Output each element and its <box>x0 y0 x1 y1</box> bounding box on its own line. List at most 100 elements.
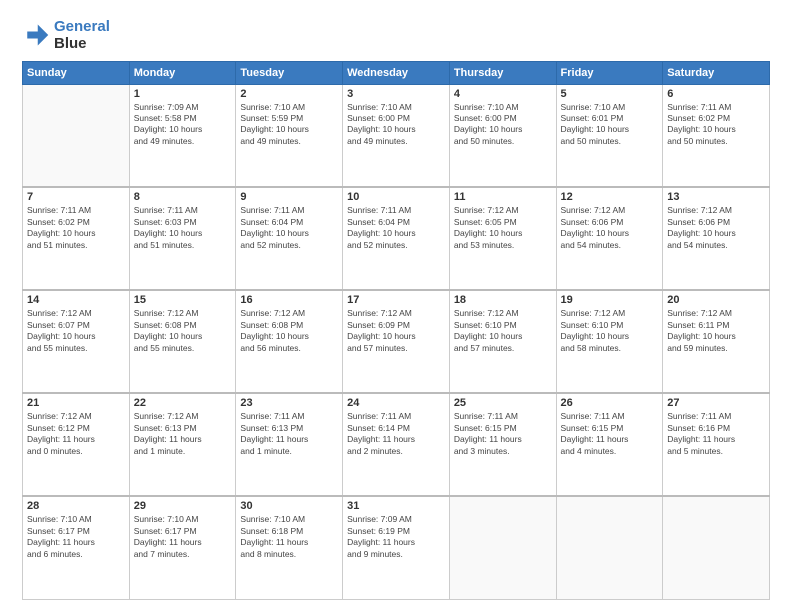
day-number: 13 <box>667 191 765 203</box>
header: General Blue <box>22 18 770 53</box>
weekday-header: Sunday <box>23 61 130 84</box>
day-number: 6 <box>667 88 765 100</box>
day-info: Sunrise: 7:12 AMSunset: 6:08 PMDaylight:… <box>240 308 338 354</box>
calendar-day-cell: 5Sunrise: 7:10 AMSunset: 6:01 PMDaylight… <box>556 84 663 187</box>
day-info: Sunrise: 7:12 AMSunset: 6:09 PMDaylight:… <box>347 308 445 354</box>
calendar-day-cell: 19 Sunrise: 7:12 AMSunset: 6:10 PMDayligh… <box>556 290 663 393</box>
day-info: Sunrise: 7:10 AMSunset: 6:00 PMDaylight:… <box>347 102 445 148</box>
day-number: 10 <box>347 191 445 203</box>
calendar-day-cell: 14Sunrise: 7:12 AMSunset: 6:07 PMDayligh… <box>23 290 130 393</box>
calendar-day-cell: 21 Sunrise: 7:12 AMSunset: 6:12 PMDayligh… <box>23 393 130 496</box>
calendar-day-cell: 24 Sunrise: 7:11 AMSunset: 6:14 PMDayligh… <box>343 393 450 496</box>
logo: General Blue <box>22 18 110 53</box>
day-info: Sunrise: 7:09 AMSunset: 6:19 PMDaylight:… <box>347 514 445 560</box>
day-number: 11 <box>454 191 552 203</box>
day-info: Sunrise: 7:10 AMSunset: 6:18 PMDaylight:… <box>240 514 338 560</box>
day-number: 21 <box>27 397 125 409</box>
calendar-day-cell: 8 Sunrise: 7:11 AMSunset: 6:03 PMDaylight… <box>129 187 236 290</box>
calendar-day-cell: 30 Sunrise: 7:10 AMSunset: 6:18 PMDayligh… <box>236 496 343 599</box>
day-number: 17 <box>347 294 445 306</box>
day-info: Sunrise: 7:11 AMSunset: 6:13 PMDaylight:… <box>240 411 338 457</box>
calendar: SundayMondayTuesdayWednesdayThursdayFrid… <box>22 61 770 601</box>
calendar-day-cell: 1 Sunrise: 7:09 AMSunset: 5:58 PMDaylight… <box>129 84 236 187</box>
calendar-day-cell: 31 Sunrise: 7:09 AMSunset: 6:19 PMDayligh… <box>343 496 450 599</box>
day-info: Sunrise: 7:12 AMSunset: 6:10 PMDaylight:… <box>454 308 552 354</box>
day-number: 28 <box>27 500 125 512</box>
day-info: Sunrise: 7:11 AMSunset: 6:04 PMDaylight:… <box>240 205 338 251</box>
day-number: 9 <box>240 191 338 203</box>
day-number: 12 <box>561 191 659 203</box>
day-number: 29 <box>134 500 232 512</box>
calendar-day-cell: 7 Sunrise: 7:11 AMSunset: 6:02 PMDaylight… <box>23 187 130 290</box>
weekday-header: Saturday <box>663 61 770 84</box>
day-info: Sunrise: 7:12 AMSunset: 6:06 PMDaylight:… <box>667 205 765 251</box>
calendar-week-row: 28 Sunrise: 7:10 AMSunset: 6:17 PMDayligh… <box>23 496 770 599</box>
day-info: Sunrise: 7:12 AMSunset: 6:06 PMDaylight:… <box>561 205 659 251</box>
day-info: Sunrise: 7:11 AMSunset: 6:15 PMDaylight:… <box>454 411 552 457</box>
day-number: 2 <box>240 88 338 100</box>
day-info: Sunrise: 7:12 AMSunset: 6:10 PMDaylight:… <box>561 308 659 354</box>
weekday-header: Friday <box>556 61 663 84</box>
day-info: Sunrise: 7:11 AMSunset: 6:14 PMDaylight:… <box>347 411 445 457</box>
day-info: Sunrise: 7:12 AMSunset: 6:13 PMDaylight:… <box>134 411 232 457</box>
calendar-day-cell: 12 Sunrise: 7:12 AMSunset: 6:06 PMDayligh… <box>556 187 663 290</box>
calendar-day-cell <box>556 496 663 599</box>
calendar-week-row: 14Sunrise: 7:12 AMSunset: 6:07 PMDayligh… <box>23 290 770 393</box>
day-number: 27 <box>667 397 765 409</box>
calendar-day-cell: 10Sunrise: 7:11 AMSunset: 6:04 PMDayligh… <box>343 187 450 290</box>
day-info: Sunrise: 7:12 AMSunset: 6:12 PMDaylight:… <box>27 411 125 457</box>
day-number: 20 <box>667 294 765 306</box>
day-number: 1 <box>134 88 232 100</box>
calendar-day-cell: 22 Sunrise: 7:12 AMSunset: 6:13 PMDayligh… <box>129 393 236 496</box>
calendar-day-cell: 17 Sunrise: 7:12 AMSunset: 6:09 PMDayligh… <box>343 290 450 393</box>
calendar-day-cell: 3 Sunrise: 7:10 AMSunset: 6:00 PMDaylight… <box>343 84 450 187</box>
day-number: 4 <box>454 88 552 100</box>
calendar-day-cell <box>449 496 556 599</box>
logo-text: General Blue <box>54 18 110 53</box>
day-number: 14 <box>27 294 125 306</box>
day-number: 15 <box>134 294 232 306</box>
day-number: 5 <box>561 88 659 100</box>
day-number: 24 <box>347 397 445 409</box>
calendar-day-cell: 16 Sunrise: 7:12 AMSunset: 6:08 PMDayligh… <box>236 290 343 393</box>
day-info: Sunrise: 7:12 AMSunset: 6:05 PMDaylight:… <box>454 205 552 251</box>
day-info: Sunrise: 7:11 AMSunset: 6:16 PMDaylight:… <box>667 411 765 457</box>
day-info: Sunrise: 7:11 AMSunset: 6:03 PMDaylight:… <box>134 205 232 251</box>
day-info: Sunrise: 7:11 AMSunset: 6:15 PMDaylight:… <box>561 411 659 457</box>
day-number: 31 <box>347 500 445 512</box>
day-number: 30 <box>240 500 338 512</box>
day-info: Sunrise: 7:10 AMSunset: 6:00 PMDaylight:… <box>454 102 552 148</box>
calendar-day-cell: 23 Sunrise: 7:11 AMSunset: 6:13 PMDayligh… <box>236 393 343 496</box>
calendar-day-cell: 6Sunrise: 7:11 AMSunset: 6:02 PMDaylight… <box>663 84 770 187</box>
calendar-day-cell: 20 Sunrise: 7:12 AMSunset: 6:11 PMDayligh… <box>663 290 770 393</box>
weekday-header: Monday <box>129 61 236 84</box>
day-number: 18 <box>454 294 552 306</box>
page: General Blue SundayMondayTuesdayWednesda… <box>0 0 792 612</box>
calendar-day-cell: 27 Sunrise: 7:11 AMSunset: 6:16 PMDayligh… <box>663 393 770 496</box>
day-number: 22 <box>134 397 232 409</box>
calendar-day-cell: 2Sunrise: 7:10 AMSunset: 5:59 PMDaylight… <box>236 84 343 187</box>
day-info: Sunrise: 7:11 AMSunset: 6:02 PMDaylight:… <box>27 205 125 251</box>
day-info: Sunrise: 7:09 AMSunset: 5:58 PMDaylight:… <box>134 102 232 148</box>
day-number: 7 <box>27 191 125 203</box>
day-info: Sunrise: 7:12 AMSunset: 6:08 PMDaylight:… <box>134 308 232 354</box>
day-info: Sunrise: 7:10 AMSunset: 6:17 PMDaylight:… <box>134 514 232 560</box>
day-number: 19 <box>561 294 659 306</box>
day-number: 23 <box>240 397 338 409</box>
day-info: Sunrise: 7:12 AMSunset: 6:11 PMDaylight:… <box>667 308 765 354</box>
weekday-header: Tuesday <box>236 61 343 84</box>
logo-icon <box>22 21 50 49</box>
weekday-header: Wednesday <box>343 61 450 84</box>
calendar-day-cell <box>663 496 770 599</box>
calendar-header-row: SundayMondayTuesdayWednesdayThursdayFrid… <box>23 61 770 84</box>
day-info: Sunrise: 7:10 AMSunset: 6:17 PMDaylight:… <box>27 514 125 560</box>
calendar-week-row: 7 Sunrise: 7:11 AMSunset: 6:02 PMDaylight… <box>23 187 770 290</box>
day-number: 3 <box>347 88 445 100</box>
day-number: 8 <box>134 191 232 203</box>
calendar-day-cell: 9 Sunrise: 7:11 AMSunset: 6:04 PMDaylight… <box>236 187 343 290</box>
calendar-day-cell: 25Sunrise: 7:11 AMSunset: 6:15 PMDayligh… <box>449 393 556 496</box>
day-number: 16 <box>240 294 338 306</box>
calendar-day-cell: 13 Sunrise: 7:12 AMSunset: 6:06 PMDayligh… <box>663 187 770 290</box>
calendar-day-cell: 11 Sunrise: 7:12 AMSunset: 6:05 PMDayligh… <box>449 187 556 290</box>
calendar-day-cell: 28 Sunrise: 7:10 AMSunset: 6:17 PMDayligh… <box>23 496 130 599</box>
